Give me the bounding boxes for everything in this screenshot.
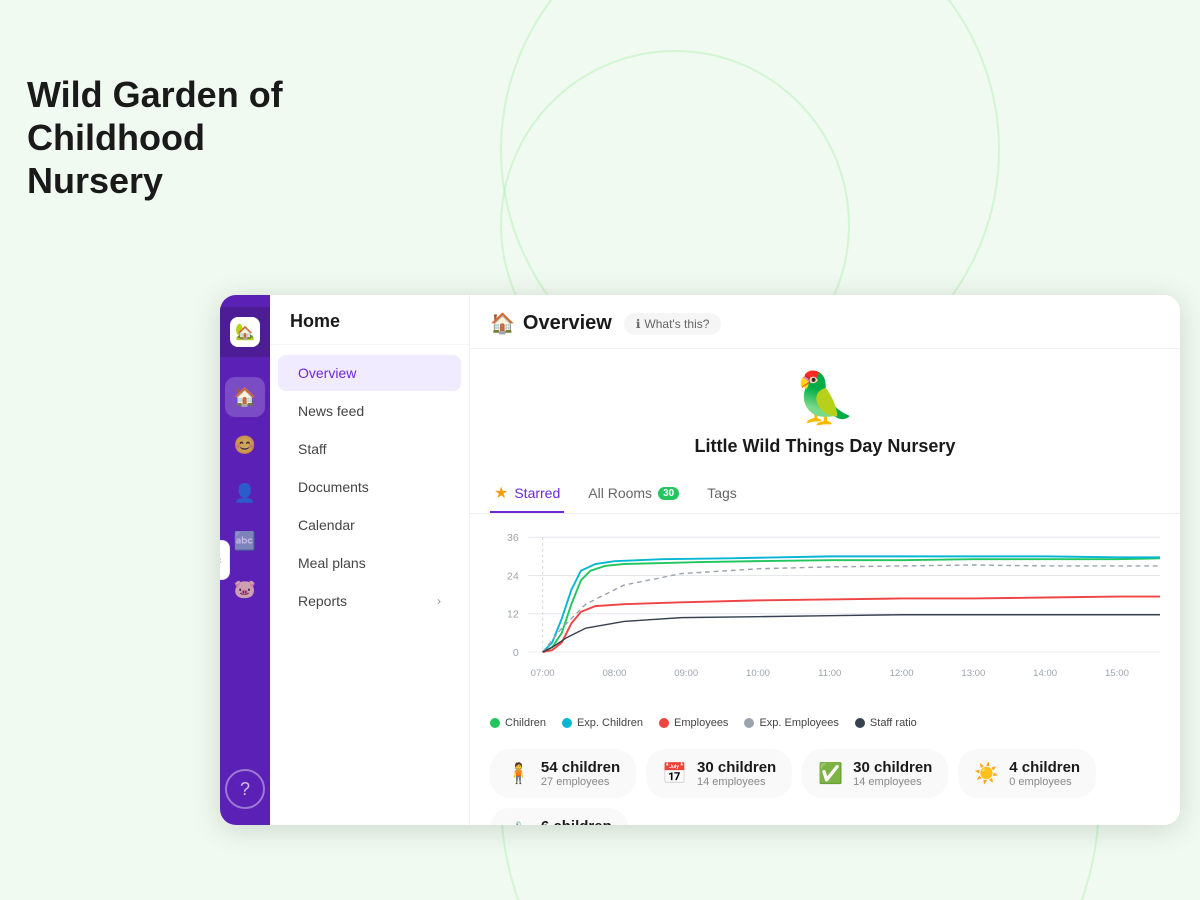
svg-text:09:00: 09:00 — [674, 668, 698, 679]
svg-text:12:00: 12:00 — [890, 668, 914, 679]
svg-text:12: 12 — [507, 609, 519, 621]
tabs-row: ★ Starred All Rooms 30 Tags — [470, 467, 1180, 514]
svg-text:24: 24 — [507, 570, 519, 582]
stat-total-employees: 27 employees — [541, 776, 620, 788]
stat-thermometer-icon: 🌡️ — [506, 820, 531, 825]
svg-text:13:00: 13:00 — [961, 668, 985, 679]
nav-item-documents[interactable]: Documents — [278, 469, 461, 505]
nav-item-news-feed[interactable]: News feed — [278, 393, 461, 429]
legend-employees: Employees — [659, 717, 728, 729]
stat-card-present: ✅ 30 children 14 employees — [802, 749, 948, 798]
main-ui-container: 🏡 🏠 😊 👤 🔤 🐷 ? Home Overview News feed St… — [220, 295, 1180, 825]
stat-sick-children: 6 children — [541, 818, 612, 825]
legend-exp-children: Exp. Children — [562, 717, 643, 729]
stat-person-icon: 🧍 — [506, 761, 531, 786]
stat-calendar-icon: 📅 — [662, 761, 687, 786]
stat-absent-children: 4 children — [1009, 759, 1080, 776]
nav-sidebar: Home Overview News feed Staff Documents … — [270, 295, 470, 825]
main-content: ‹ 🏠 Overview ℹ What's this? 🦜 Little Wil… — [470, 295, 1180, 825]
nav-home-header: Home — [270, 295, 469, 345]
nav-item-reports[interactable]: Reports › — [278, 583, 461, 619]
sidebar-icon-help[interactable]: ? — [225, 769, 265, 809]
whats-this-button[interactable]: ℹ What's this? — [624, 313, 722, 335]
stat-scheduled-employees: 14 employees — [697, 776, 776, 788]
legend-exp-employees: Exp. Employees — [744, 717, 838, 729]
content-header-title: 🏠 Overview — [490, 311, 612, 336]
tab-tags[interactable]: Tags — [703, 477, 741, 511]
sidebar-icon-children[interactable]: 😊 — [225, 425, 265, 465]
header-home-icon: 🏠 — [490, 311, 515, 336]
stat-card-scheduled: 📅 30 children 14 employees — [646, 749, 792, 798]
stat-present-employees: 14 employees — [853, 776, 932, 788]
reports-arrow-icon: › — [437, 594, 441, 608]
stat-card-absent: ☀️ 4 children 0 employees — [958, 749, 1096, 798]
brand-home-container: 🏡 — [220, 307, 270, 357]
stat-check-icon: ✅ — [818, 761, 843, 786]
info-icon: ℹ — [636, 317, 641, 331]
svg-text:08:00: 08:00 — [602, 668, 626, 679]
app-title: Wild Garden of Childhood Nursery — [27, 73, 283, 203]
chart-area: 36 24 12 0 07:00 08:00 09:00 10:00 11:00… — [470, 514, 1180, 709]
svg-text:36: 36 — [507, 532, 519, 544]
nav-item-calendar[interactable]: Calendar — [278, 507, 461, 543]
svg-text:15:00: 15:00 — [1105, 668, 1129, 679]
stat-sun-icon: ☀️ — [974, 761, 999, 786]
chart-legend: Children Exp. Children Employees Exp. Em… — [470, 709, 1180, 737]
nav-item-meal-plans[interactable]: Meal plans — [278, 545, 461, 581]
nav-item-staff[interactable]: Staff — [278, 431, 461, 467]
legend-staff-ratio: Staff ratio — [855, 717, 917, 729]
sidebar-icon-home[interactable]: 🏠 — [225, 377, 265, 417]
svg-text:11:00: 11:00 — [818, 668, 841, 679]
svg-text:14:00: 14:00 — [1033, 668, 1057, 679]
stat-scheduled-children: 30 children — [697, 759, 776, 776]
svg-text:10:00: 10:00 — [746, 668, 770, 679]
all-rooms-badge: 30 — [658, 487, 679, 500]
chart-svg: 36 24 12 0 07:00 08:00 09:00 10:00 11:00… — [490, 524, 1160, 694]
nav-item-overview[interactable]: Overview — [278, 355, 461, 391]
stat-absent-employees: 0 employees — [1009, 776, 1080, 788]
nursery-name: Little Wild Things Day Nursery — [695, 436, 956, 457]
stat-total-children: 54 children — [541, 759, 620, 776]
svg-text:0: 0 — [513, 647, 519, 659]
star-icon: ★ — [494, 483, 508, 503]
brand-icon: 🏡 — [230, 317, 260, 347]
legend-children: Children — [490, 717, 546, 729]
tab-starred[interactable]: ★ Starred — [490, 475, 564, 513]
sidebar-icon-finance[interactable]: 🐷 — [225, 569, 265, 609]
stat-card-sick: 🌡️ 6 children 0 employees — [490, 808, 628, 825]
nav-items: Overview News feed Staff Documents Calen… — [270, 345, 469, 629]
stat-present-children: 30 children — [853, 759, 932, 776]
toucan-area: 🦜 Little Wild Things Day Nursery — [470, 349, 1180, 467]
stat-card-total: 🧍 54 children 27 employees — [490, 749, 636, 798]
content-header: 🏠 Overview ℹ What's this? — [470, 295, 1180, 349]
tab-all-rooms[interactable]: All Rooms 30 — [584, 477, 683, 511]
toucan-emoji: 🦜 — [794, 369, 856, 428]
sidebar-icon-abc[interactable]: 🔤 — [225, 521, 265, 561]
sidebar-icon-accounts[interactable]: 👤 — [225, 473, 265, 513]
stats-row: 🧍 54 children 27 employees 📅 30 children… — [470, 737, 1180, 825]
svg-text:07:00: 07:00 — [531, 668, 555, 679]
